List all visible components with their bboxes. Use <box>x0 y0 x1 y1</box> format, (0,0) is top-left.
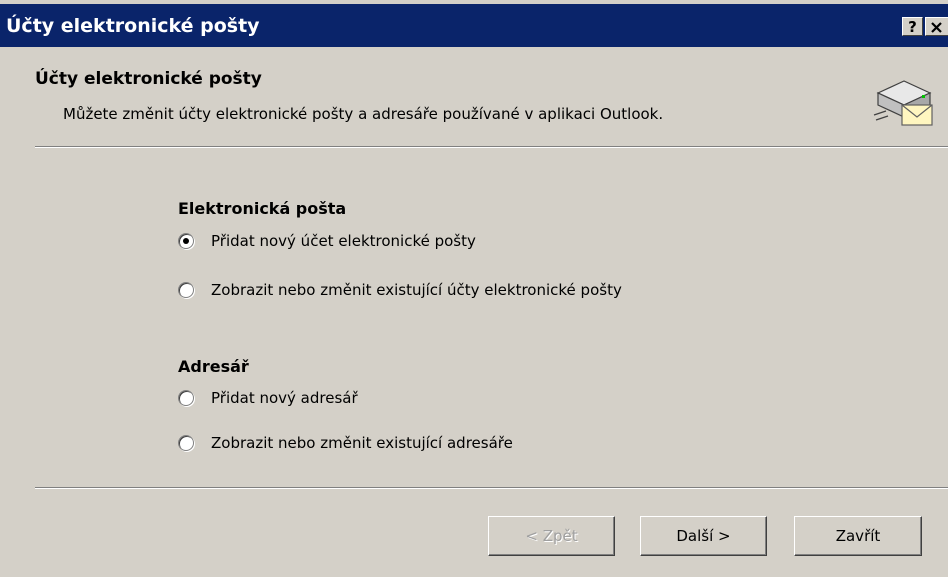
mail-server-icon <box>872 75 936 131</box>
radio-label[interactable]: Zobrazit nebo změnit existující účty ele… <box>211 281 622 299</box>
radio-button-checked[interactable] <box>178 233 194 249</box>
header-divider <box>35 146 948 148</box>
title-bar[interactable]: Účty elektronické pošty ? <box>0 4 948 47</box>
help-button[interactable]: ? <box>902 17 923 36</box>
radio-label[interactable]: Zobrazit nebo změnit existující adresáře <box>211 434 513 452</box>
close-window-button[interactable] <box>925 17 948 36</box>
page-subtitle: Můžete změnit účty elektronické pošty a … <box>63 105 664 123</box>
email-accounts-dialog: Účty elektronické pošty ? Účty elektroni… <box>0 0 948 577</box>
footer-divider <box>35 487 948 489</box>
radio-button[interactable] <box>178 282 194 298</box>
next-button[interactable]: Další > <box>640 516 767 556</box>
radio-label[interactable]: Přidat nový účet elektronické pošty <box>211 232 476 250</box>
back-button[interactable]: < Zpět <box>488 516 615 556</box>
radio-button[interactable] <box>178 435 194 451</box>
close-icon <box>930 18 944 36</box>
page-title: Účty elektronické pošty <box>35 69 262 89</box>
radio-label[interactable]: Přidat nový adresář <box>211 389 358 407</box>
wizard-header: Účty elektronické pošty Můžete změnit úč… <box>0 47 948 142</box>
group-label-address-book: Adresář <box>178 357 249 376</box>
group-label-email: Elektronická pošta <box>178 199 347 218</box>
window-title: Účty elektronické pošty <box>6 15 260 37</box>
close-button[interactable]: Zavřít <box>794 516 922 556</box>
radio-button[interactable] <box>178 390 194 406</box>
